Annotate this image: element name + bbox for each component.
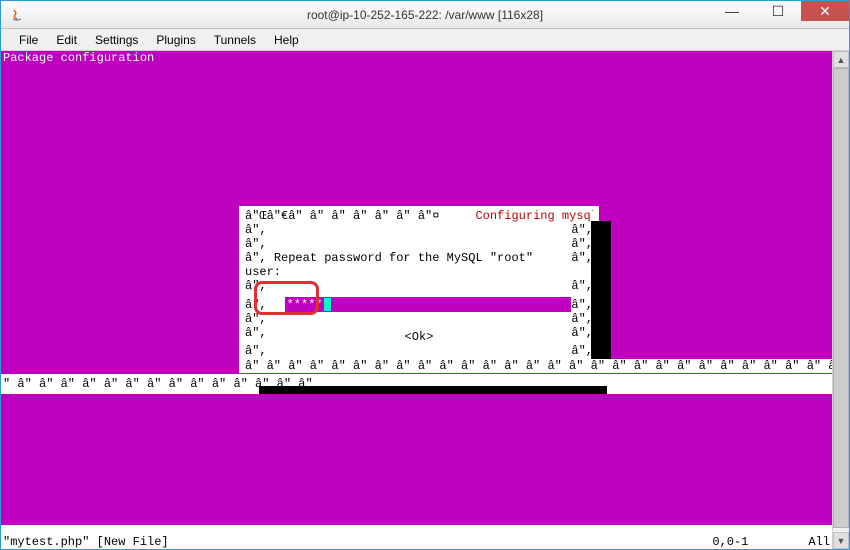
mysql-config-dialog: â"Œâ"€â" â" â" â" â" â" â"¤ Configuring … [239, 206, 599, 359]
java-icon [9, 7, 25, 23]
border-side: â", [245, 298, 267, 312]
menu-help[interactable]: Help [266, 31, 307, 49]
border-side: â", [245, 223, 267, 237]
scroll-down-button[interactable]: ▼ [833, 532, 849, 549]
border-side: â", [571, 312, 593, 326]
status-mode: All [808, 535, 830, 549]
password-field-row: â", ***** â", [245, 297, 593, 312]
border-side: â", [245, 326, 267, 344]
password-masked: ***** [287, 298, 323, 312]
border-top-left: â"Œâ"€â" â" â" â" â" â" â"¤ [245, 209, 439, 223]
vim-status-line: "mytest.php" [New File] 0,0-1 All [1, 535, 832, 549]
menu-file[interactable]: File [11, 31, 46, 49]
window-controls: — ☐ ✕ [709, 1, 849, 28]
window-titlebar: root@ip-10-252-165-222: /var/www [116x28… [1, 1, 849, 29]
border-side: â", [245, 344, 267, 358]
border-side: â", [571, 344, 593, 358]
border-side: â", [245, 251, 267, 265]
border-side: â", [571, 326, 593, 344]
menu-tunnels[interactable]: Tunnels [206, 31, 264, 49]
border-side: â", [571, 298, 593, 312]
dialog-title: Configuring mysql-server-5.5 [475, 209, 593, 223]
ok-button[interactable]: <Ok> [267, 330, 572, 344]
window-title: root@ip-10-252-165-222: /var/www [116x28… [307, 8, 543, 22]
border-side: â", [245, 312, 267, 326]
terminal-area: Package configuration â"Œâ"€â" â" â" â" … [1, 51, 849, 549]
border-side: â", [571, 279, 593, 293]
terminal-content[interactable]: Package configuration â"Œâ"€â" â" â" â" … [1, 51, 832, 549]
border-side: â", [571, 251, 593, 279]
status-position: 0,0-1 [712, 535, 748, 549]
minimize-button[interactable]: — [709, 1, 755, 21]
maximize-button[interactable]: ☐ [755, 1, 801, 21]
menu-bar: File Edit Settings Plugins Tunnels Help [1, 29, 849, 51]
menu-settings[interactable]: Settings [87, 31, 146, 49]
scroll-up-button[interactable]: ▲ [833, 51, 849, 68]
password-prompt: Repeat password for the MySQL "root" use… [245, 251, 533, 279]
dialog-title-row: â"Œâ"€â" â" â" â" â" â" â"¤ Configuring … [245, 209, 593, 223]
menu-plugins[interactable]: Plugins [148, 31, 203, 49]
scroll-thumb[interactable] [833, 68, 849, 528]
border-side: â", [571, 237, 593, 251]
border-side: â", [245, 237, 267, 251]
password-input[interactable]: ***** [285, 297, 572, 312]
menu-edit[interactable]: Edit [48, 31, 85, 49]
dialog-shadow [591, 221, 611, 371]
border-side: â", [245, 279, 267, 293]
close-button[interactable]: ✕ [801, 1, 849, 21]
status-filename: "mytest.php" [New File] [3, 535, 712, 549]
border-side: â", [571, 223, 593, 237]
text-cursor [324, 298, 331, 311]
vertical-scrollbar[interactable]: ▲ ▼ [832, 51, 849, 549]
terminal-background-bottom [1, 394, 832, 525]
package-config-header: Package configuration [3, 51, 154, 65]
dialog-border-bottom: â" â" â" â" â" â" â" â" â" â" â" â" â" â… [239, 359, 832, 373]
